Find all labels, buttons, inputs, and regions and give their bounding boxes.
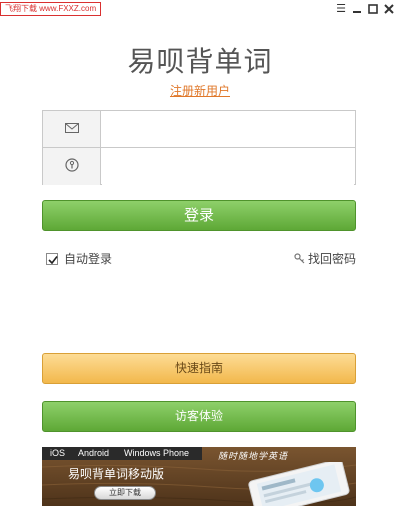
checkbox-box[interactable] — [46, 253, 58, 265]
email-icon-cell — [43, 111, 101, 147]
menu-icon[interactable]: ☰ — [334, 2, 348, 16]
phone-illustration — [248, 462, 350, 506]
password-icon-cell — [43, 148, 101, 185]
banner-slogan: 随时随地学英语 — [218, 452, 289, 462]
title-bar: 飞翔下载 www.FXXZ.com ☰ — [0, 0, 400, 18]
login-form — [42, 110, 356, 185]
quick-guide-button[interactable]: 快速指南 — [42, 353, 356, 384]
close-icon[interactable] — [382, 2, 396, 16]
password-field[interactable] — [102, 148, 354, 185]
login-window: 飞翔下载 www.FXXZ.com ☰ 易呗背单词 注册新用户 登录 自动登录 … — [0, 0, 400, 524]
platform-list: iOS Android Windows Phone — [42, 447, 202, 460]
login-button[interactable]: 登录 — [42, 200, 356, 231]
watermark: 飞翔下载 www.FXXZ.com — [0, 2, 102, 16]
key-icon — [65, 158, 79, 172]
platform-ios: iOS — [50, 448, 66, 458]
auto-login-label: 自动登录 — [64, 252, 113, 266]
maximize-icon[interactable] — [366, 2, 380, 16]
password-row — [43, 148, 355, 185]
email-row — [43, 111, 355, 148]
platform-android: Android — [78, 448, 110, 458]
platform-windows-phone: Windows Phone — [124, 448, 190, 458]
email-field[interactable] — [102, 111, 354, 147]
banner-download-button[interactable]: 立即下载 — [94, 486, 156, 500]
forgot-password-label: 找回密码 — [308, 252, 357, 266]
register-link[interactable]: 注册新用户 — [0, 82, 400, 99]
banner-title: 易呗背单词移动版 — [68, 467, 165, 481]
guest-mode-button[interactable]: 访客体验 — [42, 401, 356, 432]
app-title: 易呗背单词 — [127, 45, 273, 78]
checkmark-icon — [48, 256, 58, 265]
minimize-icon[interactable] — [350, 2, 364, 16]
key-small-icon — [294, 253, 305, 264]
mobile-app-banner[interactable]: iOS Android Windows Phone 随时随地学英语 易呗背单词移… — [42, 447, 356, 506]
envelope-icon — [65, 123, 79, 133]
